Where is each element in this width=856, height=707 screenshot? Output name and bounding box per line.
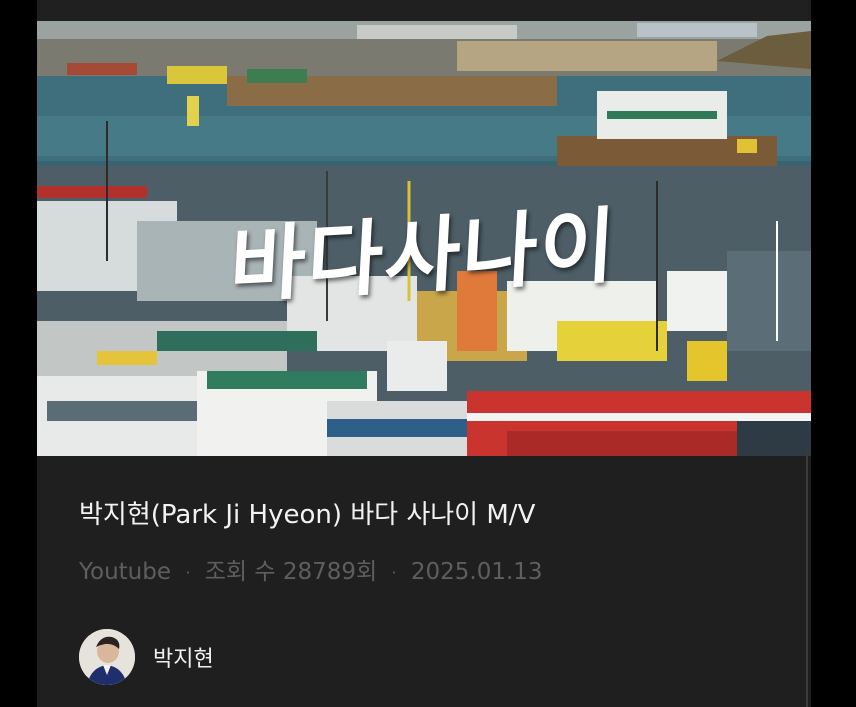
avatar-image xyxy=(79,629,135,685)
channel-row[interactable]: 박지현 xyxy=(79,628,214,686)
page: 바다사나이 박지현(Park Ji Hyeon) 바다 사나이 M/V Yout… xyxy=(0,0,856,707)
channel-avatar[interactable] xyxy=(79,629,135,685)
video-title[interactable]: 박지현(Park Ji Hyeon) 바다 사나이 M/V xyxy=(79,494,535,531)
video-info: 박지현(Park Ji Hyeon) 바다 사나이 M/V Youtube · … xyxy=(37,456,811,707)
video-views: 조회 수 28789회 xyxy=(204,559,378,585)
card-top-bar xyxy=(37,0,811,22)
video-thumbnail[interactable]: 바다사나이 xyxy=(37,21,811,456)
meta-separator: · xyxy=(391,563,397,582)
video-source: Youtube xyxy=(79,559,171,585)
card-edge-divider xyxy=(806,450,808,707)
meta-separator: · xyxy=(185,563,191,582)
channel-name[interactable]: 박지현 xyxy=(153,641,214,673)
video-meta: Youtube · 조회 수 28789회 · 2025.01.13 xyxy=(79,552,543,586)
video-date: 2025.01.13 xyxy=(410,559,543,585)
video-card[interactable]: 바다사나이 박지현(Park Ji Hyeon) 바다 사나이 M/V Yout… xyxy=(37,0,811,707)
